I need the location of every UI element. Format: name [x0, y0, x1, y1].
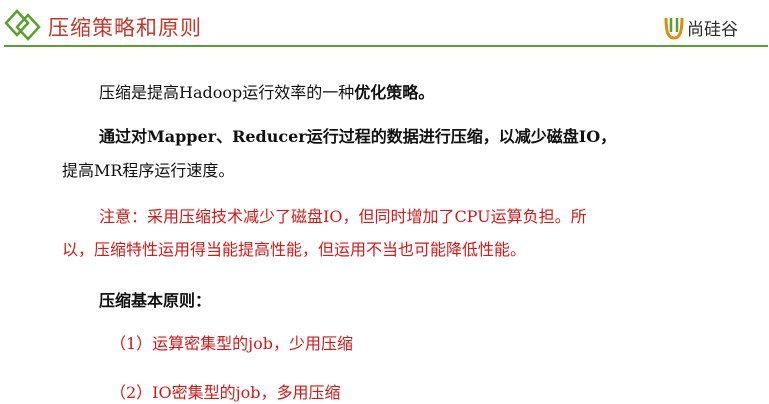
- intro-emphasis: 优化策略。: [354, 83, 435, 102]
- principle-item-1: （1）运算密集型的job，少用压缩: [110, 334, 354, 353]
- logo-icon: [664, 17, 684, 40]
- diamond-icon: [4, 9, 41, 41]
- brand-logo: 尚硅谷: [663, 14, 738, 40]
- intro-text: 压缩是提高Hadoop运行效率的一种: [99, 83, 355, 102]
- page-title: 压缩策略和原则: [48, 16, 202, 40]
- header-divider: [4, 45, 768, 47]
- principles-heading: 压缩基本原则：: [99, 291, 212, 310]
- slide-header: 压缩策略和原则 尚硅谷: [0, 0, 769, 48]
- note-line1: 注意：采用压缩技术减少了磁盘IO，但同时增加了CPU运算负担。所: [99, 207, 587, 226]
- intro-paragraph: 压缩是提高Hadoop运行效率的一种优化策略。: [99, 79, 434, 103]
- compression-paragraph-line2: 提高MR程序运行速度。: [62, 161, 235, 180]
- compression-paragraph-line1: 通过对Mapper、Reducer运行过程的数据进行压缩，以减少磁盘IO，: [99, 127, 617, 146]
- principle-item-2: （2）IO密集型的job，多用压缩: [110, 383, 341, 402]
- logo-text: 尚硅谷: [687, 19, 738, 40]
- note-line2: 以，压缩特性运用得当能提高性能，但运用不当也可能降低性能。: [62, 240, 527, 259]
